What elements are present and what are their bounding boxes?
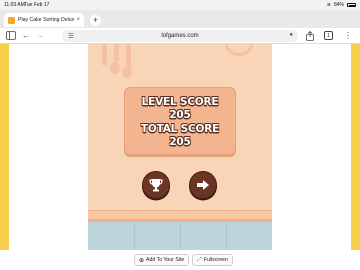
tab-strip: Play Cake Sorting Delux × + bbox=[0, 10, 360, 28]
wifi-icon: ≋ bbox=[326, 2, 331, 8]
browser-tab[interactable]: Play Cake Sorting Delux × bbox=[4, 13, 84, 27]
leaderboard-button[interactable] bbox=[142, 171, 170, 199]
game-canvas[interactable]: LEVEL SCORE 205 TOTAL SCORE 205 bbox=[88, 44, 272, 250]
total-score-label: TOTAL SCORE bbox=[140, 123, 220, 135]
trophy-icon bbox=[149, 179, 163, 192]
floor-tiles bbox=[88, 222, 272, 250]
next-button[interactable] bbox=[189, 171, 217, 199]
address-bar[interactable]: ☰ lofgames.com ● bbox=[62, 30, 298, 42]
score-panel: LEVEL SCORE 205 TOTAL SCORE 205 bbox=[124, 87, 236, 155]
add-circle-icon: ⊕ bbox=[139, 257, 145, 264]
browser-toolbar: ← → ☰ lofgames.com ● 1 ⋮ bbox=[0, 28, 360, 44]
new-tab-button[interactable]: + bbox=[90, 15, 101, 26]
favicon-icon bbox=[8, 16, 15, 24]
battery-icon bbox=[347, 3, 356, 7]
status-time: 11:03 AM bbox=[4, 2, 25, 8]
back-icon[interactable]: ← bbox=[22, 31, 30, 41]
status-right: ≋ 84% bbox=[327, 2, 356, 8]
menu-icon[interactable]: ⋮ bbox=[344, 31, 352, 41]
plate-decoration bbox=[224, 44, 254, 56]
status-bar: 11:03 AM Tue Feb 17 ≋ 84% bbox=[0, 0, 360, 10]
web-page: LEVEL SCORE 205 TOTAL SCORE 205 ⊕ Add To… bbox=[0, 44, 360, 270]
share-icon[interactable] bbox=[306, 30, 314, 44]
sidebar-icon[interactable] bbox=[6, 31, 16, 43]
fullscreen-label: Fullscreen bbox=[203, 257, 228, 263]
add-to-site-button[interactable]: ⊕ Add To Your Site bbox=[134, 254, 190, 266]
tab-switcher-button[interactable]: 1 bbox=[324, 31, 333, 40]
battery-percent: 84% bbox=[333, 2, 344, 8]
forward-icon[interactable]: → bbox=[36, 31, 44, 41]
fullscreen-button[interactable]: ⤢ Fullscreen bbox=[192, 254, 233, 266]
close-tab-icon[interactable]: × bbox=[76, 17, 80, 23]
spoon-decoration bbox=[122, 66, 132, 78]
tile-line bbox=[226, 222, 227, 250]
status-date: Tue Feb 17 bbox=[24, 2, 50, 8]
utensil-decoration bbox=[114, 44, 119, 62]
tile-line bbox=[180, 222, 181, 250]
tile-line bbox=[134, 222, 135, 250]
tab-title: Play Cake Sorting Delux bbox=[18, 17, 75, 23]
arrow-right-icon bbox=[197, 180, 209, 190]
page-side-right bbox=[351, 44, 360, 270]
level-score-value: 205 bbox=[169, 109, 191, 121]
total-score-value: 205 bbox=[169, 136, 191, 148]
page-side-left bbox=[0, 44, 9, 270]
microphone-icon[interactable]: ● bbox=[289, 32, 293, 38]
page-action-bar: ⊕ Add To Your Site ⤢ Fullscreen bbox=[0, 250, 360, 270]
utensil-decoration bbox=[102, 44, 107, 66]
level-score-label: LEVEL SCORE bbox=[141, 96, 219, 108]
add-to-site-label: Add To Your Site bbox=[146, 257, 185, 263]
fullscreen-icon: ⤢ bbox=[197, 256, 202, 263]
utensil-decoration bbox=[126, 44, 131, 68]
spoon-decoration bbox=[110, 62, 120, 74]
url-text: lofgames.com bbox=[161, 32, 199, 39]
counter-top bbox=[88, 210, 272, 219]
